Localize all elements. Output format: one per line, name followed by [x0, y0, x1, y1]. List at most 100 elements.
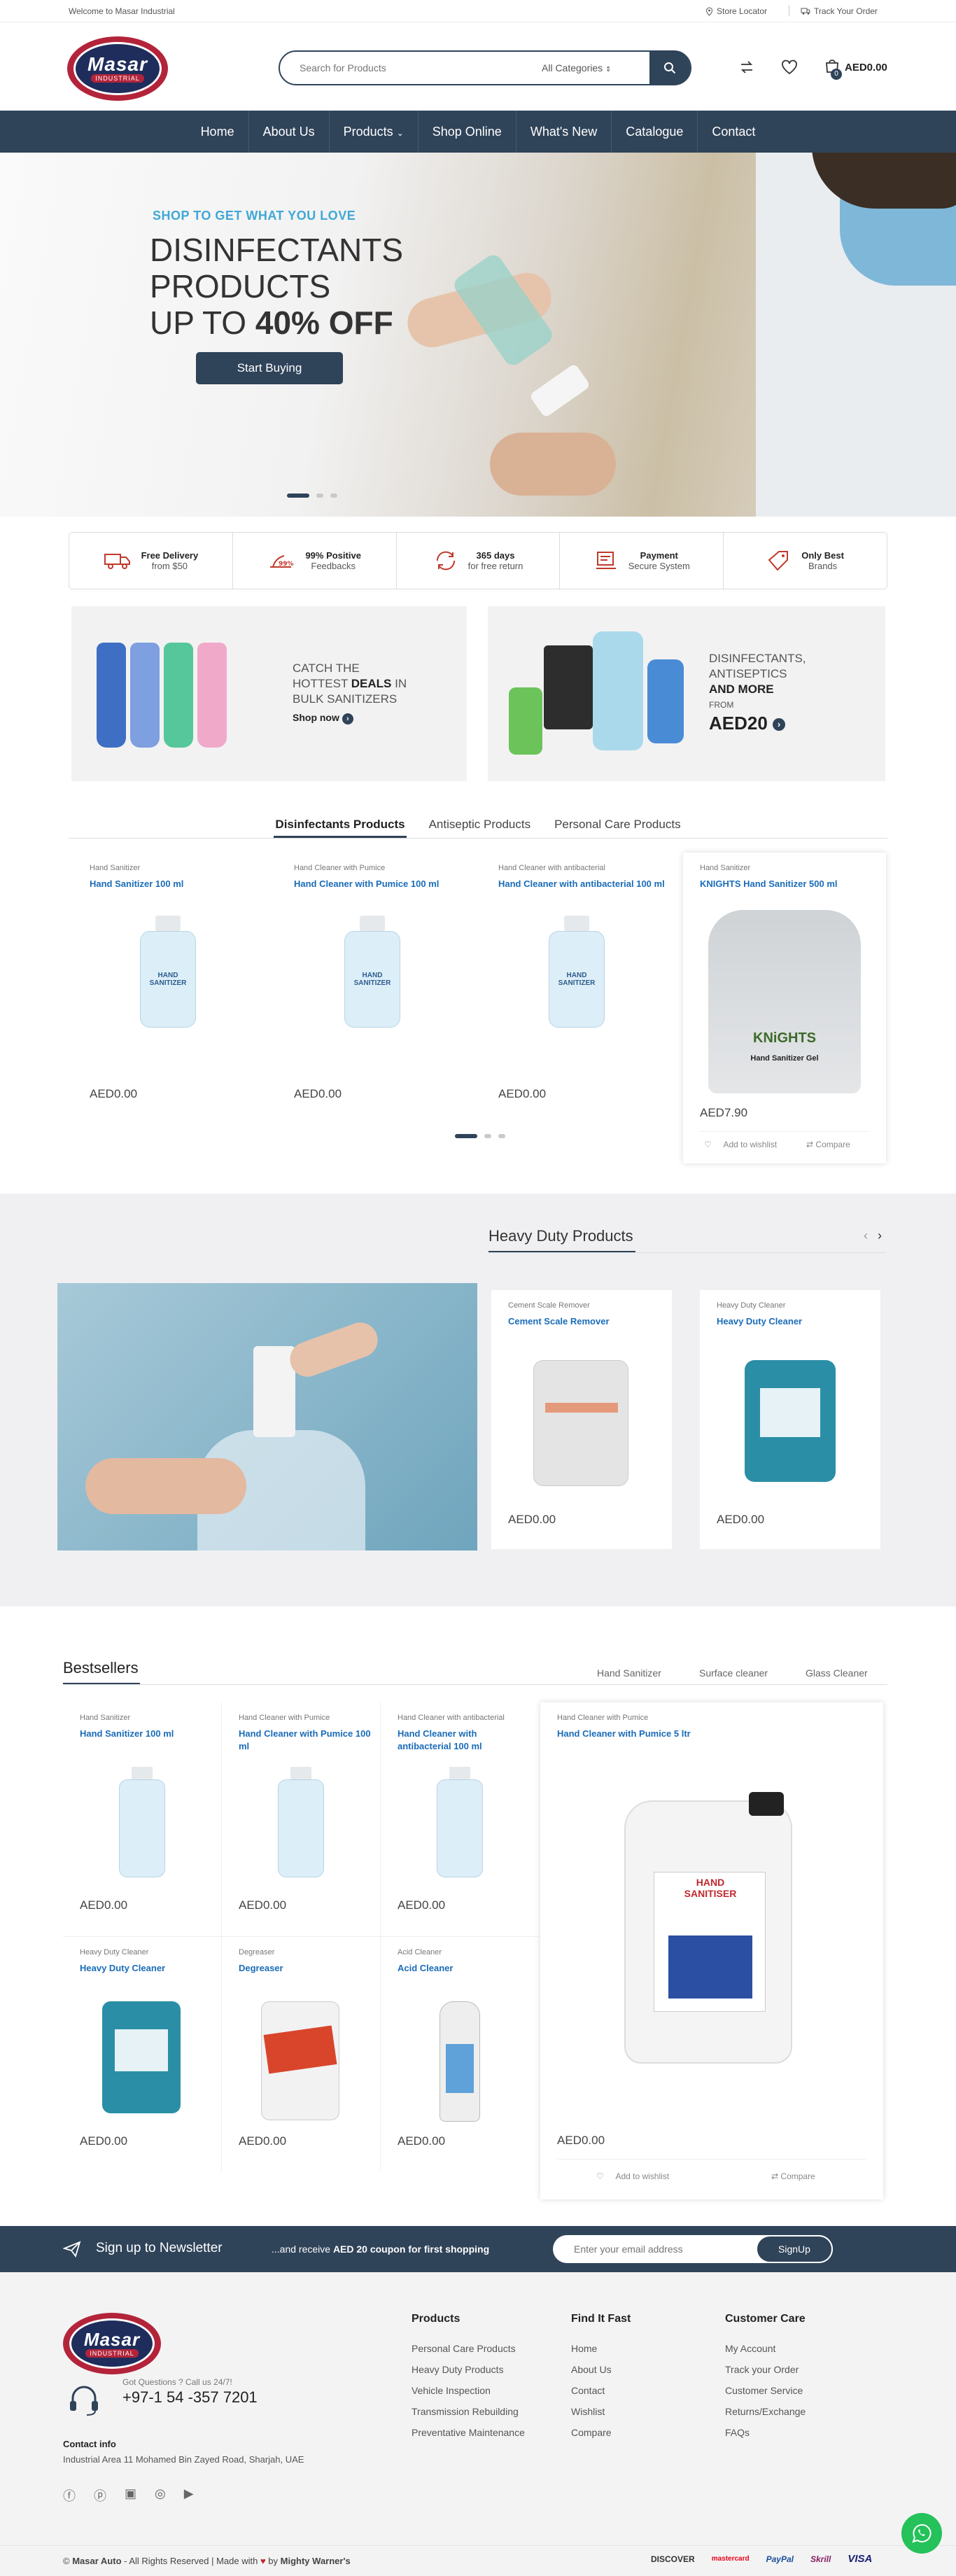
product-card[interactable]: Cement Scale Remover Cement Scale Remover… — [491, 1290, 672, 1549]
product-name[interactable]: Hand Cleaner with antibacterial 100 ml — [398, 1728, 530, 1753]
product-name[interactable]: Hand Cleaner with antibacterial 100 ml — [498, 878, 666, 890]
product-name[interactable]: Cement Scale Remover — [508, 1315, 659, 1328]
product-card[interactable]: Hand Cleaner with Pumice Hand Cleaner wit… — [222, 1702, 380, 1936]
bestseller-tab-hand-sanitizer[interactable]: Hand Sanitizer — [597, 1667, 661, 1679]
product-card[interactable]: Heavy Duty Cleaner Heavy Duty Cleaner AED… — [63, 1937, 221, 2171]
product-image[interactable] — [102, 2001, 181, 2113]
product-card[interactable]: Degreaser Degreaser AED0.00 — [222, 1937, 380, 2171]
product-image[interactable] — [440, 2001, 480, 2122]
featured-product-card[interactable]: Hand Cleaner with Pumice Hand Cleaner wit… — [540, 1702, 883, 2199]
product-image[interactable]: KNiGHTS Hand Sanitizer Gel — [708, 910, 861, 1093]
footer-link[interactable]: Preventative Maintenance — [412, 2422, 565, 2443]
carousel-dot[interactable] — [484, 1134, 491, 1138]
footer-logo[interactable]: Masar INDUSTRIAL — [63, 2313, 161, 2374]
footer-link[interactable]: Heavy Duty Products — [412, 2359, 565, 2380]
footer-link[interactable]: Customer Service — [725, 2380, 879, 2401]
product-image[interactable] — [745, 1360, 836, 1482]
shop-now-link[interactable]: Shop now › — [293, 710, 407, 725]
whatsapp-chat-button[interactable] — [901, 2513, 942, 2554]
footer-link[interactable]: Personal Care Products — [412, 2338, 565, 2359]
footer-link[interactable]: Contact — [571, 2380, 711, 2401]
nav-whats-new[interactable]: What's New — [516, 111, 612, 153]
product-card[interactable]: Hand Cleaner with antibacterial Hand Clea… — [381, 1702, 539, 1936]
product-name[interactable]: Hand Cleaner with Pumice 100 ml — [294, 878, 462, 890]
chevron-right-icon[interactable]: › — [878, 1228, 882, 1243]
add-to-wishlist-link[interactable]: ♡ Add to wishlist — [596, 2171, 669, 2181]
product-card[interactable]: Hand Cleaner with Pumice Hand Cleaner wit… — [273, 853, 476, 1154]
arrow-right-icon[interactable]: › — [773, 718, 786, 732]
signup-button[interactable]: SignUp — [756, 2235, 833, 2263]
nav-catalogue[interactable]: Catalogue — [612, 111, 698, 153]
product-image[interactable] — [118, 1767, 167, 1879]
pinterest-icon[interactable]: ⓟ — [94, 2486, 106, 2505]
slider-dot-active[interactable] — [287, 493, 309, 498]
nav-about-us[interactable]: About Us — [249, 111, 330, 153]
carousel-dot[interactable] — [498, 1134, 505, 1138]
footer-phone[interactable]: +97-1 54 -357 7201 — [122, 2388, 258, 2407]
nav-home[interactable]: Home — [187, 111, 249, 153]
product-card[interactable]: Hand Sanitizer Hand Sanitizer 100 ml HAND… — [69, 853, 272, 1154]
site-logo[interactable]: Masar INDUSTRIAL — [67, 36, 168, 101]
wishlist-heart-icon[interactable] — [781, 59, 798, 75]
product-image[interactable] — [276, 1767, 325, 1879]
product-card-hovered[interactable]: Hand Sanitizer KNIGHTS Hand Sanitizer 500… — [683, 853, 886, 1163]
footer-link[interactable]: My Account — [725, 2338, 879, 2359]
footer-link[interactable]: Transmission Rebuilding — [412, 2401, 565, 2422]
footer-link[interactable]: Compare — [571, 2422, 711, 2443]
tab-disinfectants[interactable]: Disinfectants Products — [274, 811, 407, 838]
track-order-link[interactable]: Track Your Order — [801, 6, 878, 16]
product-name[interactable]: Heavy Duty Cleaner — [80, 1962, 213, 1975]
footer-link[interactable]: Returns/Exchange — [725, 2401, 879, 2422]
instagram-icon[interactable]: ◎ — [155, 2486, 166, 2505]
product-image[interactable] — [435, 1767, 484, 1879]
start-buying-button[interactable]: Start Buying — [196, 352, 343, 384]
linkedin-icon[interactable]: ▣ — [125, 2486, 136, 2505]
product-image[interactable] — [261, 2001, 339, 2120]
product-name[interactable]: KNIGHTS Hand Sanitizer 500 ml — [700, 878, 875, 890]
search-input[interactable] — [280, 62, 532, 74]
category-select[interactable]: All Categories ⇕ — [542, 62, 640, 74]
product-image[interactable]: HAND SANITISER — [624, 1792, 792, 2064]
chevron-left-icon[interactable]: ‹ — [864, 1228, 868, 1243]
product-name[interactable]: Heavy Duty Cleaner — [717, 1315, 867, 1328]
footer-link[interactable]: Home — [571, 2338, 711, 2359]
nav-products[interactable]: Products ⌄ — [330, 111, 419, 153]
footer-link[interactable]: Track your Order — [725, 2359, 879, 2380]
product-name[interactable]: Degreaser — [239, 1962, 372, 1975]
product-card[interactable]: Acid Cleaner Acid Cleaner AED0.00 — [381, 1937, 539, 2171]
product-image[interactable]: HAND SANITIZER — [134, 916, 202, 1028]
compare-icon[interactable] — [738, 59, 755, 75]
email-input[interactable] — [553, 2235, 756, 2263]
tab-personal-care[interactable]: Personal Care Products — [553, 811, 682, 838]
product-name[interactable]: Hand Cleaner with Pumice 100 ml — [239, 1728, 372, 1753]
footer-link[interactable]: FAQs — [725, 2422, 879, 2443]
footer-link[interactable]: Vehicle Inspection — [412, 2380, 565, 2401]
add-to-wishlist-link[interactable]: ♡ Add to wishlist — [704, 1140, 777, 1149]
product-image[interactable]: HAND SANITIZER — [339, 916, 406, 1028]
promo-banner-disinfectants[interactable]: DISINFECTANTS, ANTISEPTICS AND MORE FROM… — [488, 606, 885, 781]
carousel-dot-active[interactable] — [455, 1134, 477, 1138]
slider-dot[interactable] — [316, 493, 323, 498]
store-locator-link[interactable]: Store Locator — [705, 6, 767, 16]
bestseller-tab-surface-cleaner[interactable]: Surface cleaner — [699, 1667, 768, 1679]
footer-link[interactable]: About Us — [571, 2359, 711, 2380]
nav-shop-online[interactable]: Shop Online — [419, 111, 516, 153]
bestseller-tab-glass-cleaner[interactable]: Glass Cleaner — [806, 1667, 868, 1679]
cart-total[interactable]: AED0.00 — [845, 62, 887, 74]
compare-link[interactable]: ⇄ Compare — [806, 1140, 850, 1149]
product-image[interactable]: HAND SANITIZER — [543, 916, 610, 1028]
nav-contact[interactable]: Contact — [698, 111, 769, 153]
product-card[interactable]: Heavy Duty Cleaner Heavy Duty Cleaner AED… — [700, 1290, 880, 1549]
search-button[interactable] — [649, 50, 690, 85]
product-image[interactable] — [533, 1360, 628, 1486]
product-name[interactable]: Hand Sanitizer 100 ml — [80, 1728, 213, 1740]
compare-link[interactable]: ⇄ Compare — [771, 2171, 815, 2181]
product-name[interactable]: Hand Sanitizer 100 ml — [90, 878, 258, 890]
product-name[interactable]: Acid Cleaner — [398, 1962, 530, 1975]
product-name[interactable]: Hand Cleaner with Pumice 5 ltr — [557, 1728, 865, 1740]
tab-antiseptic[interactable]: Antiseptic Products — [428, 811, 533, 838]
promo-banner-bulk-sanitizers[interactable]: CATCH THE HOTTEST DEALS IN BULK SANITIZE… — [71, 606, 467, 781]
footer-link[interactable]: Wishlist — [571, 2401, 711, 2422]
product-card[interactable]: Hand Sanitizer Hand Sanitizer 100 ml AED0… — [63, 1702, 221, 1936]
facebook-icon[interactable]: ⓕ — [63, 2486, 76, 2505]
